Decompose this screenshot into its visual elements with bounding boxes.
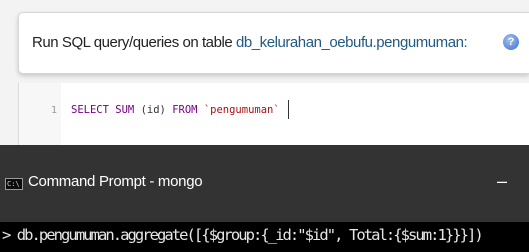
- table-name-link[interactable]: db_kelurahan_oebufu.pengumuman:: [236, 34, 468, 51]
- text-caret: [288, 100, 289, 119]
- sql-query-panel: Run SQL query/queries on table db_kelura…: [0, 0, 529, 145]
- help-icon[interactable]: ?: [503, 34, 519, 50]
- sql-query-header: Run SQL query/queries on table db_kelura…: [18, 12, 529, 74]
- sql-editor[interactable]: 1 SELECT SUM (id) FROM `pengumuman`: [18, 83, 529, 145]
- line-number: 1: [50, 105, 57, 116]
- sql-query-title: Run SQL query/queries on table db_kelura…: [32, 34, 468, 51]
- column-name: id: [146, 104, 160, 116]
- cmd-window-title: Command Prompt - mongo: [28, 173, 203, 190]
- keyword-sum: SUM: [115, 104, 135, 116]
- table-identifier: `pengumuman`: [203, 104, 280, 116]
- cmd-icon: C:\: [5, 178, 23, 190]
- keyword-select: SELECT: [71, 104, 109, 116]
- command-prompt-window: C:\ Command Prompt - mongo – > db.pengum…: [0, 145, 529, 252]
- sql-code-line[interactable]: SELECT SUM (id) FROM `pengumuman`: [71, 104, 280, 116]
- minimize-button[interactable]: –: [482, 167, 522, 197]
- line-number-gutter: 1: [19, 83, 61, 145]
- paren-close: ): [159, 104, 166, 116]
- mongo-command-line: > db.pengumuman.aggregate([{$group:{_id:…: [2, 226, 484, 244]
- keyword-from: FROM: [172, 104, 198, 116]
- cmd-console[interactable]: > db.pengumuman.aggregate([{$group:{_id:…: [0, 222, 529, 252]
- cmd-titlebar[interactable]: C:\ Command Prompt - mongo –: [0, 145, 529, 222]
- sql-title-text: Run SQL query/queries on table: [32, 34, 233, 51]
